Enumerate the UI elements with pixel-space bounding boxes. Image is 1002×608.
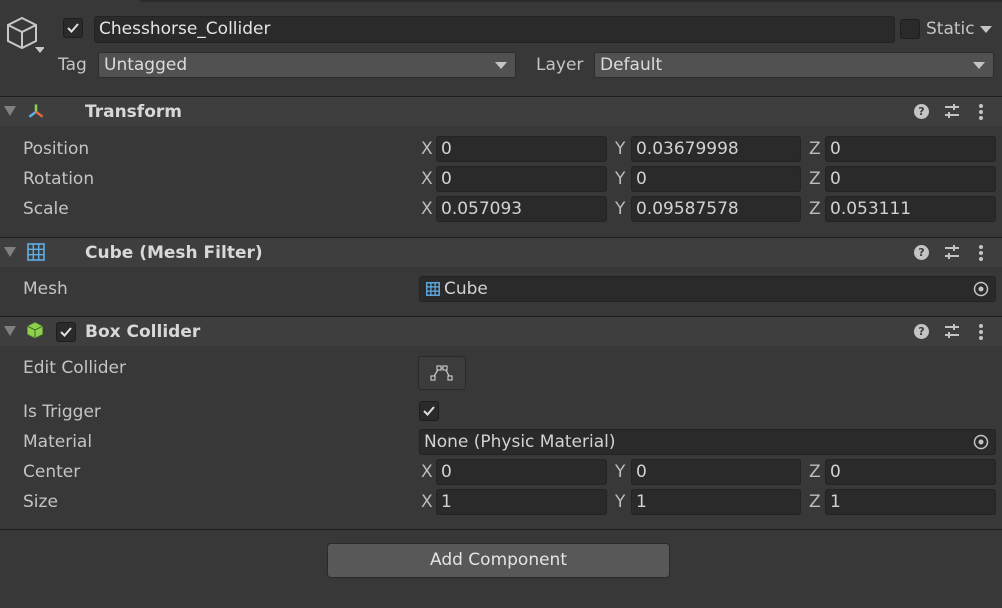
static-dropdown-arrow[interactable] [980,26,992,33]
transform-header[interactable]: Transform ? [0,96,1002,126]
help-icon[interactable]: ? [914,245,929,260]
position-label: Position [23,139,90,159]
components-end-divider [0,529,1002,530]
kebab-menu-icon[interactable] [978,323,984,341]
active-toggle-checkbox[interactable] [63,18,83,38]
box-collider-header[interactable]: Box Collider ? [0,316,1002,346]
transform-title: Transform [85,102,182,122]
chevron-down-icon [973,62,985,69]
kebab-menu-icon[interactable] [978,244,984,262]
mesh-value: Cube [444,279,488,299]
x-axis-label: X [421,462,433,482]
edit-collider-button[interactable] [418,356,466,390]
position-z-field[interactable]: 0 [825,136,996,162]
static-label: Static [926,19,975,39]
center-z-field[interactable]: 0 [825,459,996,485]
gameobject-cube-icon[interactable] [4,15,45,57]
add-component-button[interactable]: Add Component [327,543,670,578]
foldout-arrow-icon[interactable] [4,106,16,116]
transform-axes-icon [28,104,44,118]
scale-x-field[interactable]: 0.057093 [436,196,607,222]
y-axis-label: Y [615,462,626,482]
is-trigger-label: Is Trigger [23,402,101,422]
y-axis-label: Y [615,169,626,189]
z-axis-label: Z [809,462,821,482]
x-axis-label: X [421,199,433,219]
scale-label: Scale [23,199,69,219]
y-axis-label: Y [615,492,626,512]
box-collider-enabled-checkbox[interactable] [56,322,76,342]
x-axis-label: X [421,169,433,189]
mesh-filter-header[interactable]: Cube (Mesh Filter) ? [0,237,1002,267]
presets-sliders-icon[interactable] [944,103,960,119]
mesh-grid-icon [426,282,440,296]
chevron-down-icon [495,62,507,69]
position-x-field[interactable]: 0 [436,136,607,162]
layer-dropdown[interactable]: Default [594,52,994,78]
rotation-label: Rotation [23,169,95,189]
scale-y-field[interactable]: 0.09587578 [631,196,801,222]
checkmark-icon [60,327,72,337]
material-value: None (Physic Material) [424,432,616,452]
presets-sliders-icon[interactable] [944,323,960,339]
box-collider-title: Box Collider [85,322,201,342]
center-label: Center [23,462,81,482]
y-axis-label: Y [615,199,626,219]
tag-label: Tag [58,55,87,75]
object-name-field[interactable]: Chesshorse_Collider [94,16,895,43]
tag-dropdown[interactable]: Untagged [98,52,516,78]
size-x-field[interactable]: 1 [436,489,607,515]
box-collider-icon [27,322,43,339]
checkmark-icon [67,23,79,33]
mesh-label: Mesh [23,279,68,299]
position-y-field[interactable]: 0.03679998 [631,136,801,162]
tag-value: Untagged [104,55,188,75]
edit-collider-icon [430,365,453,381]
x-axis-label: X [421,492,433,512]
size-z-field[interactable]: 1 [825,489,996,515]
object-picker-icon[interactable] [973,281,989,297]
center-x-field[interactable]: 0 [436,459,607,485]
presets-sliders-icon[interactable] [944,244,960,260]
rotation-y-field[interactable]: 0 [631,166,801,192]
size-label: Size [23,492,58,512]
edit-collider-label: Edit Collider [23,358,127,378]
z-axis-label: Z [809,492,821,512]
z-axis-label: Z [809,199,821,219]
help-icon[interactable]: ? [914,324,929,339]
z-axis-label: Z [809,139,821,159]
center-y-field[interactable]: 0 [631,459,801,485]
layer-value: Default [600,55,663,75]
x-axis-label: X [421,139,433,159]
kebab-menu-icon[interactable] [978,103,984,121]
help-icon[interactable]: ? [914,104,929,119]
material-object-field[interactable]: None (Physic Material) [419,429,996,455]
checkmark-icon [423,406,435,416]
z-axis-label: Z [809,169,821,189]
y-axis-label: Y [615,139,626,159]
rotation-z-field[interactable]: 0 [825,166,996,192]
mesh-object-field[interactable]: Cube [419,276,996,302]
scale-z-field[interactable]: 0.053111 [825,196,996,222]
object-picker-icon[interactable] [973,434,989,450]
static-checkbox[interactable] [900,19,920,39]
size-y-field[interactable]: 1 [631,489,801,515]
top-divider [140,0,1002,2]
foldout-arrow-icon[interactable] [4,247,16,257]
mesh-grid-icon [27,243,45,261]
layer-label: Layer [536,55,584,75]
foldout-arrow-icon[interactable] [4,326,16,336]
material-label: Material [23,432,93,452]
is-trigger-checkbox[interactable] [419,401,439,421]
mesh-filter-title: Cube (Mesh Filter) [85,243,263,263]
rotation-x-field[interactable]: 0 [436,166,607,192]
